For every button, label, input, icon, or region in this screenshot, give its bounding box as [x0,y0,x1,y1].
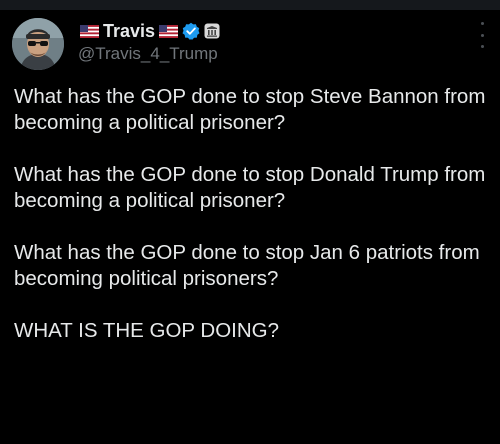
tweet-text: What has the GOP done to stop Steve Bann… [14,84,494,344]
us-flag-icon [80,24,99,38]
author-handle[interactable]: @Travis_4_Trump [78,44,218,64]
author-name-row[interactable]: Travis [80,20,220,42]
affiliate-badge-icon[interactable] [204,23,220,39]
us-flag-icon [159,24,179,38]
avatar[interactable] [12,18,64,70]
more-dot [480,22,484,25]
tweet-paragraph: What has the GOP done to stop Jan 6 patr… [14,241,480,290]
author-display-name[interactable]: Travis [103,20,155,42]
tweet-card[interactable]: Travis @Travis_4_Trump What has the GOP … [0,10,500,444]
tweet-paragraph: WHAT IS THE GOP DOING? [14,319,280,342]
tweet-paragraph: What has the GOP done to stop Donald Tru… [14,163,486,212]
tweet-paragraph: What has the GOP done to stop Steve Bann… [14,85,486,134]
top-strip [0,0,500,10]
more-dot [480,45,484,48]
avatar-image [12,18,64,70]
more-vertical-icon[interactable] [478,22,486,48]
more-dot [480,33,484,37]
verified-badge-icon[interactable] [182,22,200,40]
